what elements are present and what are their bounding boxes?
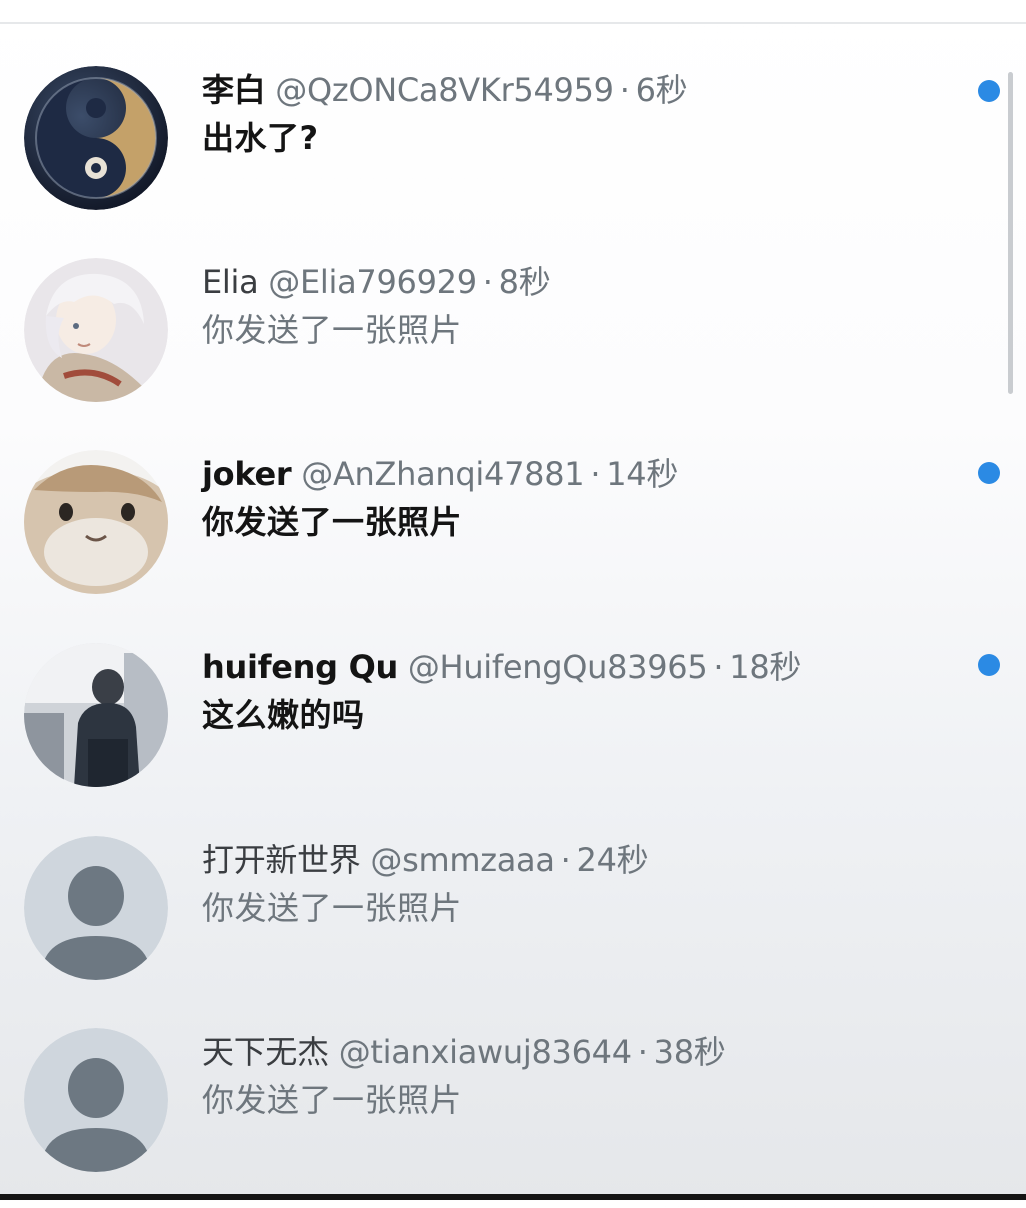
conversation-row[interactable]: 李白 @QzONCa8VKr54959 · 6秒 出水了? [0,66,1000,246]
conversation-header: Elia @Elia796929 · 8秒 [202,262,551,302]
timestamp: 24秒 [576,841,649,879]
bottom-edge [0,1194,1026,1200]
message-preview: 出水了? [202,119,319,157]
conversation-row[interactable]: joker @AnZhanqi47881 · 14秒 你发送了一张照片 [0,450,1000,630]
user-handle: @HuifengQu83965 [407,648,708,686]
conversation-row[interactable]: 打开新世界 @smmzaaa · 24秒 你发送了一张照片 [0,836,1000,1016]
yin-yang-avatar[interactable] [24,66,168,210]
conversation-row[interactable]: Elia @Elia796929 · 8秒 你发送了一张照片 [0,258,1000,438]
display-name: Elia [202,263,259,301]
separator-dot: · [637,1033,648,1071]
separator-dot: · [713,648,724,686]
cat-face-icon [24,450,168,594]
anime-character-avatar[interactable] [24,258,168,402]
default-user-avatar[interactable] [24,1028,168,1172]
separator-dot: · [590,455,601,493]
message-preview: 你发送了一张照片 [202,1081,463,1119]
message-preview: 你发送了一张照片 [202,503,463,541]
user-handle: @QzONCa8VKr54959 [275,71,614,109]
user-handle: @smmzaaa [370,841,555,879]
display-name: 李白 [202,71,266,109]
conversation-row[interactable]: 天下无杰 @tianxiawuj83644 · 38秒 你发送了一张照片 [0,1028,1000,1208]
display-name: joker [202,455,292,493]
message-preview: 你发送了一张照片 [202,889,463,927]
timestamp: 6秒 [635,71,688,109]
display-name: 天下无杰 [202,1033,329,1071]
person-photo-icon [24,643,168,787]
message-preview: 这么嫩的吗 [202,696,365,734]
unread-indicator [978,80,1000,102]
conversation-row[interactable]: huifeng Qu @HuifengQu83965 · 18秒 这么嫩的吗 [0,643,1000,823]
conversation-header: 天下无杰 @tianxiawuj83644 · 38秒 [202,1032,726,1072]
default-user-icon [24,1028,168,1172]
unread-indicator [978,462,1000,484]
photo-avatar[interactable] [24,643,168,787]
display-name: huifeng Qu [202,648,398,686]
default-user-avatar[interactable] [24,836,168,980]
default-user-icon [24,836,168,980]
user-handle: @AnZhanqi47881 [301,455,585,493]
unread-indicator [978,654,1000,676]
cat-face-avatar[interactable] [24,450,168,594]
timestamp: 18秒 [729,648,802,686]
conversation-header: 打开新世界 @smmzaaa · 24秒 [202,840,649,880]
anime-character-icon [24,258,168,402]
conversation-list: 李白 @QzONCa8VKr54959 · 6秒 出水了? Elia @Elia79… [0,0,1026,1194]
timestamp: 38秒 [653,1033,726,1071]
separator-dot: · [619,71,630,109]
user-handle: @tianxiawuj83644 [338,1033,632,1071]
user-handle: @Elia796929 [268,263,477,301]
yin-yang-icon [24,66,168,210]
separator-dot: · [560,841,571,879]
scrollbar[interactable] [1008,72,1013,394]
timestamp: 14秒 [606,455,679,493]
conversation-header: huifeng Qu @HuifengQu83965 · 18秒 [202,647,801,687]
conversation-header: 李白 @QzONCa8VKr54959 · 6秒 [202,70,688,110]
separator-dot: · [482,263,493,301]
display-name: 打开新世界 [202,841,361,879]
conversation-header: joker @AnZhanqi47881 · 14秒 [202,454,678,494]
message-preview: 你发送了一张照片 [202,311,463,349]
timestamp: 8秒 [498,263,551,301]
